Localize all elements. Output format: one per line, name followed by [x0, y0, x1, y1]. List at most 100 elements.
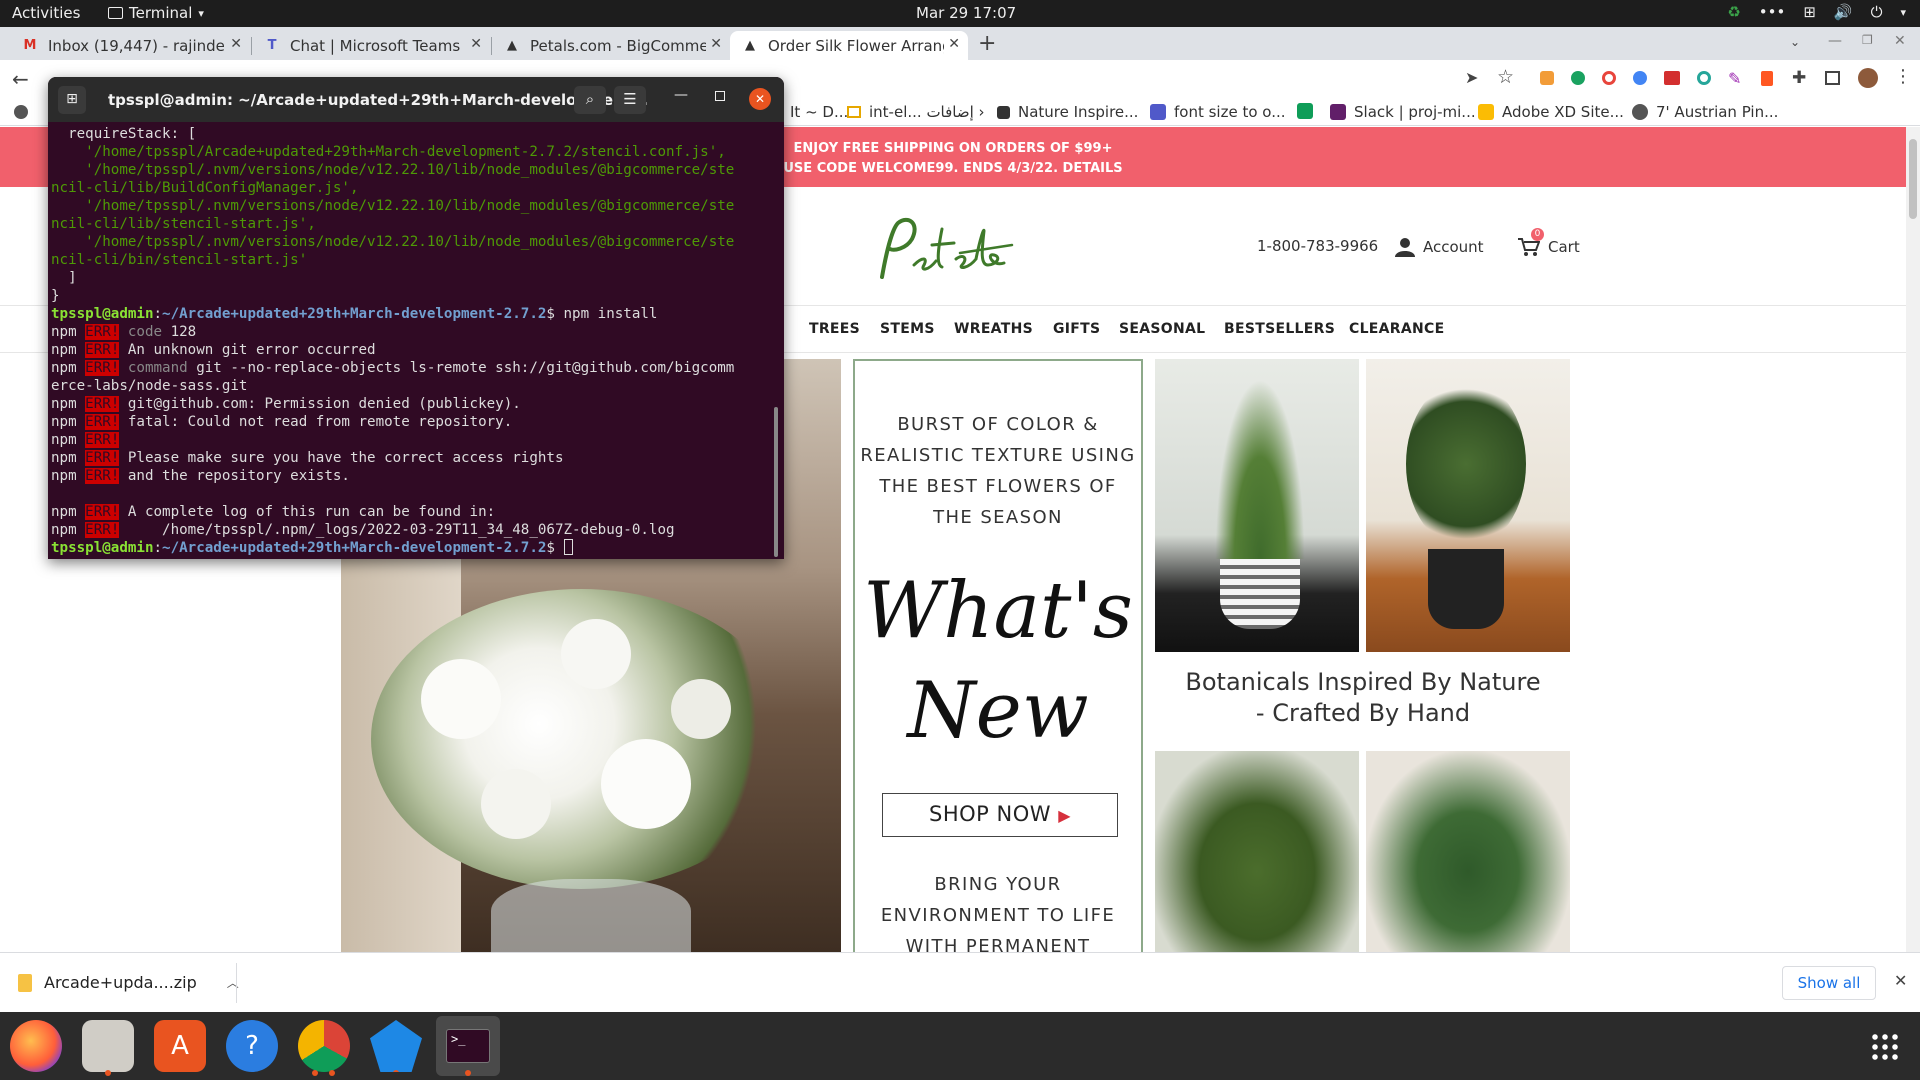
activities-button[interactable]: Activities [12, 4, 80, 22]
maximize-icon[interactable] [715, 91, 725, 101]
product-image-topiary[interactable] [1366, 359, 1570, 652]
terminal-window[interactable]: ⊞ tpsspl@admin: ~/Arcade+updated+29th+Ma… [48, 77, 784, 559]
teams-icon [1150, 104, 1166, 120]
back-icon[interactable]: ← [12, 67, 29, 91]
files-icon[interactable] [82, 1020, 134, 1076]
nav-item-trees[interactable]: TREES [809, 321, 860, 337]
tab-label: Chat | Microsoft Teams [290, 36, 461, 55]
nav-item-stems[interactable]: STEMS [880, 321, 935, 337]
network-icon[interactable]: ⊞ [1803, 3, 1816, 21]
terminal-header[interactable]: ⊞ tpsspl@admin: ~/Arcade+updated+29th+Ma… [48, 77, 784, 122]
close-icon[interactable]: ✕ [710, 36, 722, 52]
new-tab-icon[interactable]: ⊞ [58, 86, 86, 114]
search-icon[interactable]: ⌕ [574, 86, 606, 114]
volume-icon[interactable]: 🔊 [1834, 3, 1853, 21]
new-tab-button[interactable]: + [978, 31, 996, 56]
bookmark-item[interactable]: Adobe XD Site... [1478, 103, 1624, 121]
avatar[interactable] [1858, 68, 1878, 88]
minimize-icon[interactable]: — [1828, 33, 1842, 49]
nav-item-clearance[interactable]: CLEARANCE [1349, 321, 1444, 337]
site-logo[interactable] [864, 209, 1014, 289]
terminal-scrollbar[interactable] [774, 407, 778, 557]
extension-icon[interactable] [1697, 71, 1711, 85]
share-icon[interactable]: ➤ [1465, 68, 1478, 87]
product-image-fern[interactable] [1155, 751, 1359, 952]
scrollbar-thumb[interactable] [1909, 139, 1917, 219]
panel-headline: BURST OF COLOR & REALISTIC TEXTURE USING… [860, 414, 1136, 528]
close-window-icon[interactable]: ✕ [1894, 33, 1906, 49]
nav-item-wreaths[interactable]: WREATHS [954, 321, 1033, 337]
chevron-down-icon[interactable]: ▾ [1900, 6, 1906, 19]
teams-icon: T [267, 37, 277, 53]
power-icon[interactable]: ⏻ [1871, 3, 1883, 21]
help-icon[interactable]: ? [226, 1020, 278, 1072]
chrome-icon[interactable] [298, 1020, 350, 1076]
bookmark-label: font size to o... [1174, 103, 1286, 121]
close-icon[interactable]: ✕ [749, 88, 771, 110]
tab-search-icon[interactable]: ⌄ [1790, 35, 1800, 49]
sync-icon[interactable]: ♻ [1727, 3, 1740, 21]
close-icon[interactable]: ✕ [1894, 971, 1907, 990]
puzzle-icon[interactable]: ✚ [1792, 68, 1806, 88]
bookmark-item[interactable] [1297, 103, 1313, 119]
cart-link[interactable]: 0 Cart [1518, 228, 1580, 257]
menu-icon[interactable]: ⋮ [1894, 66, 1912, 87]
side-panel-icon[interactable] [1825, 71, 1840, 85]
page-scrollbar[interactable] [1906, 127, 1920, 952]
terminal-line: erce-labs/node-sass.git [51, 378, 248, 394]
more-icon[interactable]: ••• [1759, 3, 1786, 21]
software-store-icon[interactable]: A [154, 1020, 206, 1072]
app-menu[interactable]: Terminal ▾ [108, 4, 204, 22]
terminal-title: tpsspl@admin: ~/Arcade+updated+29th+Marc… [108, 91, 648, 109]
app-icon[interactable] [370, 1020, 422, 1072]
close-icon[interactable]: ✕ [470, 36, 482, 52]
extension-icon[interactable] [1761, 71, 1773, 86]
show-all-button[interactable]: Show all [1782, 966, 1876, 1000]
account-link[interactable]: Account [1395, 237, 1484, 257]
restore-icon[interactable]: ❐ [1862, 33, 1873, 47]
bookmark-item[interactable]: It ~ D... [790, 103, 848, 121]
terminal-error-line: npm ERR! and the repository exists. [51, 468, 350, 484]
extension-icon[interactable] [1664, 71, 1680, 85]
extension-icon[interactable] [1602, 71, 1616, 85]
terminal-output[interactable]: requireStack: [ '/home/tpsspl/Arcade+upd… [51, 125, 771, 559]
clock[interactable]: Mar 29 17:07 [916, 4, 1016, 22]
download-item[interactable]: Arcade+upda....zip ︿ [18, 973, 239, 992]
shop-now-button[interactable]: SHOP NOW ▶ [882, 793, 1118, 837]
tab-teams[interactable]: T Chat | Microsoft Teams ✕ [252, 31, 490, 60]
star-icon[interactable]: ☆ [1497, 66, 1514, 88]
extension-icon[interactable] [1571, 71, 1585, 85]
bookmark-item[interactable]: Slack | proj-mi... [1330, 103, 1476, 121]
tab-label: Order Silk Flower Arrange [768, 36, 944, 55]
system-tray[interactable]: ♻ ••• ⊞ 🔊 ⏻ ▾ [1727, 3, 1906, 21]
close-icon[interactable]: ✕ [230, 36, 242, 52]
nav-item-gifts[interactable]: GIFTS [1053, 321, 1100, 337]
close-icon[interactable]: ✕ [948, 36, 960, 52]
warning-icon [847, 106, 861, 118]
nav-item-bestsellers[interactable]: BESTSELLERS [1224, 321, 1335, 337]
bookmark-label: Nature Inspire... [1018, 103, 1139, 121]
product-image-zz-plant[interactable] [1366, 751, 1570, 952]
tab-gmail[interactable]: M Inbox (19,447) - rajindertp ✕ [10, 31, 250, 60]
bookmark-item[interactable]: font size to o... [1150, 103, 1286, 121]
account-label: Account [1423, 238, 1484, 256]
product-image-snake-plant[interactable] [1155, 359, 1359, 652]
bookmark-icon[interactable] [14, 105, 28, 119]
nav-item-seasonal[interactable]: SEASONAL [1119, 321, 1205, 337]
tab-order-silk[interactable]: ▲ Order Silk Flower Arrange ✕ [730, 31, 968, 60]
extension-icon[interactable] [1633, 71, 1647, 85]
bookmark-item[interactable]: 7' Austrian Pin... [1632, 103, 1778, 121]
extension-icon[interactable] [1540, 71, 1554, 85]
firefox-icon[interactable] [10, 1020, 62, 1072]
chevron-down-icon: ▾ [198, 6, 204, 20]
bookmark-item[interactable]: int-el... إضافات › [847, 103, 985, 121]
tab-strip: M Inbox (19,447) - rajindertp ✕ T Chat |… [0, 27, 1920, 60]
show-apps-icon[interactable] [1870, 1032, 1900, 1062]
terminal-icon[interactable]: >_ [436, 1016, 500, 1076]
tab-bigcommerce[interactable]: ▲ Petals.com - BigCommerce ✕ [492, 31, 730, 60]
minimize-icon[interactable]: — [674, 87, 688, 103]
extension-icon[interactable]: ✎ [1728, 69, 1741, 88]
menu-icon[interactable]: ☰ [614, 86, 646, 114]
bookmark-item[interactable]: Nature Inspire... [997, 103, 1138, 121]
phone-number[interactable]: 1-800-783-9966 [1257, 237, 1378, 255]
